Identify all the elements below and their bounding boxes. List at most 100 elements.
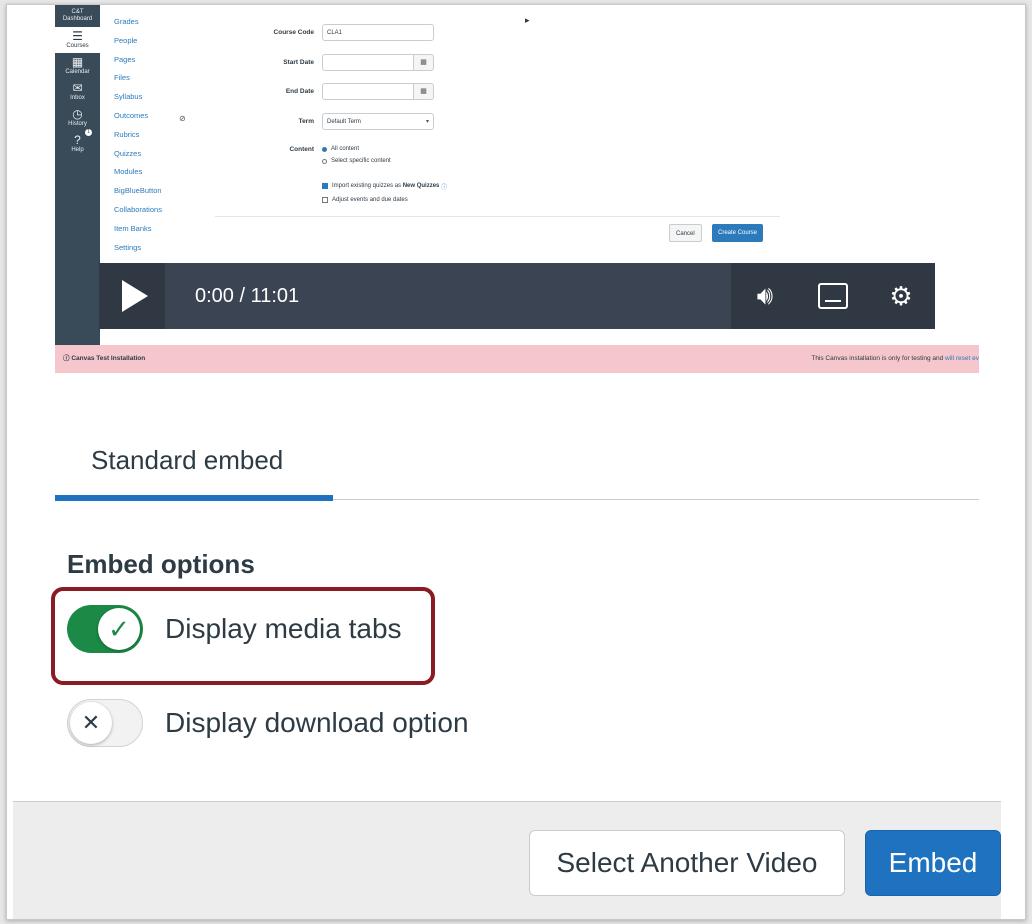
captions-button[interactable]	[799, 263, 867, 329]
toggle-knob: ✕	[70, 702, 112, 744]
calendar-icon: ▦	[414, 83, 434, 100]
play-icon	[122, 280, 148, 312]
video-preview: C&T Dashboard ☰ Courses ▦ Calendar ✉ Inb…	[55, 5, 979, 373]
end-date-field	[322, 83, 414, 100]
nav-item-dashboard: C&T Dashboard	[55, 5, 100, 27]
history-icon: ◷	[72, 107, 83, 121]
video-timecode: 0:00 / 11:01	[195, 284, 300, 307]
tab-active-indicator	[55, 495, 333, 501]
nav-item-history: ◷ History	[55, 105, 100, 131]
start-date-label: Start Date	[283, 59, 314, 66]
form-row-term: Term Default Term ▾	[240, 113, 434, 130]
captions-icon	[818, 283, 848, 309]
help-icon: ?	[74, 133, 81, 147]
course-nav-bigbluebutton: BigBlueButton	[114, 186, 162, 196]
nav-item-help: ? 1 Help	[55, 129, 100, 157]
course-nav-item-banks: Item Banks	[114, 223, 152, 233]
nav-item-label: History	[68, 121, 87, 127]
term-value: Default Term	[327, 119, 361, 125]
option-display-download: ✕ Display download option	[67, 699, 469, 747]
select-another-video-button[interactable]: Select Another Video	[529, 830, 845, 896]
embed-options-heading: Embed options	[67, 549, 255, 579]
nav-item-courses: ☰ Courses	[55, 27, 100, 53]
content-label: Content	[289, 146, 314, 153]
inbox-icon: ✉	[72, 81, 83, 95]
term-label: Term	[298, 118, 314, 125]
media-tabs-toggle[interactable]: ✓	[67, 605, 143, 653]
nav-item-label: Calendar	[65, 69, 90, 75]
nav-item-label: Inbox	[70, 95, 85, 101]
course-nav-grades: Grades	[114, 17, 139, 26]
course-nav-quizzes: Quizzes	[114, 148, 142, 158]
form-row-start-date: Start Date ▦	[240, 54, 434, 71]
course-code-label: Course Code	[273, 29, 314, 36]
dialog-footer: Select Another Video Embed	[13, 801, 1001, 919]
check-label-bold: New Quizzes	[402, 183, 440, 189]
course-nav-pages: Pages	[114, 54, 136, 64]
course-nav-settings: Settings	[114, 242, 142, 252]
radio-label: All content	[331, 146, 360, 152]
check-icon: ✓	[108, 613, 130, 644]
chevron-down-icon: ▾	[425, 119, 429, 125]
banner-left-text: Canvas Test Installation	[71, 355, 146, 362]
calendar-icon: ▦	[71, 55, 84, 69]
nav-item-calendar: ▦ Calendar	[55, 53, 100, 79]
gear-icon: ⚙︎	[889, 280, 913, 311]
banner-right-text: This Canvas installation is only for tes…	[811, 355, 944, 362]
download-option-toggle[interactable]: ✕	[67, 699, 143, 747]
start-date-field	[322, 54, 414, 71]
course-nav-collaborations: Collaborations	[114, 204, 162, 214]
close-icon: ✕	[81, 710, 101, 735]
radio-dot	[322, 146, 327, 152]
course-nav-modules: Modules	[114, 167, 143, 177]
nav-dashboard-top: C&T	[71, 9, 84, 15]
course-nav-rubrics: Rubrics	[114, 129, 140, 139]
banner-right: This Canvas installation is only for tes…	[811, 345, 979, 373]
check-label: Import existing quizzes as	[332, 183, 402, 189]
embed-dialog: C&T Dashboard ☰ Courses ▦ Calendar ✉ Inb…	[6, 4, 1026, 920]
radio-all-content: All content	[322, 143, 391, 155]
hidden-eye-icon: ⊘	[179, 114, 186, 123]
form-row-content: Content All content Select specific cont…	[240, 143, 391, 167]
content-options: All content Select specific content	[322, 143, 391, 167]
course-nav-syllabus: Syllabus	[114, 92, 143, 102]
courses-icon: ☰	[72, 29, 83, 43]
nav-item-label: Dashboard	[62, 16, 93, 22]
form-row-import: Import existing quizzes as New Quizzes ⓘ	[322, 180, 447, 192]
play-button[interactable]	[99, 263, 165, 329]
cancel-button: Cancel	[669, 224, 702, 242]
calendar-icon: ▦	[414, 54, 434, 71]
canvas-global-nav: C&T Dashboard ☰ Courses ▦ Calendar ✉ Inb…	[55, 5, 100, 345]
checkbox	[322, 183, 328, 189]
tab-standard-embed[interactable]: Standard embed	[91, 445, 283, 476]
embed-button[interactable]: Embed	[865, 830, 1001, 896]
nav-item-inbox: ✉ Inbox	[55, 79, 100, 105]
course-copy-form: Course Code CLA1 Start Date ▦ End Date ▦…	[240, 5, 840, 255]
form-row-end-date: End Date ▦	[240, 83, 434, 100]
settings-button[interactable]: ⚙︎	[867, 263, 935, 329]
volume-button[interactable]: 🔊︎	[731, 263, 799, 329]
end-date-label: End Date	[285, 88, 314, 95]
option-display-media-tabs: ✓ Display media tabs	[67, 605, 402, 653]
banner-left: ⓘ Canvas Test Installation	[63, 355, 146, 362]
test-installation-banner: ⓘ Canvas Test Installation This Canvas i…	[55, 345, 979, 373]
course-code-field: CLA1	[322, 24, 434, 41]
course-nav-files: Files	[114, 73, 130, 83]
banner-link: will reset ev	[945, 355, 979, 362]
form-row-adjust: Adjust events and due dates	[322, 194, 408, 206]
form-row-course-code: Course Code CLA1	[240, 24, 434, 41]
check-adjust-dates: Adjust events and due dates	[322, 194, 408, 206]
radio-label: Select specific content	[331, 158, 391, 164]
radio-specific-content: Select specific content	[322, 155, 391, 167]
download-option-label: Display download option	[165, 707, 469, 738]
form-divider	[215, 216, 780, 217]
nav-item-label: Help	[71, 147, 84, 153]
check-import-quizzes: Import existing quizzes as New Quizzes ⓘ	[322, 180, 447, 192]
video-player-controls: 0:00 / 11:01 🔊︎ ⚙︎	[99, 263, 935, 329]
check-label: Adjust events and due dates	[332, 197, 408, 203]
course-nav: Grades People Pages Files Syllabus Outco…	[114, 17, 194, 261]
nav-item-label: Courses	[66, 43, 89, 49]
help-badge: 1	[85, 129, 92, 136]
checkbox	[322, 197, 328, 203]
term-select: Default Term ▾	[322, 113, 434, 130]
